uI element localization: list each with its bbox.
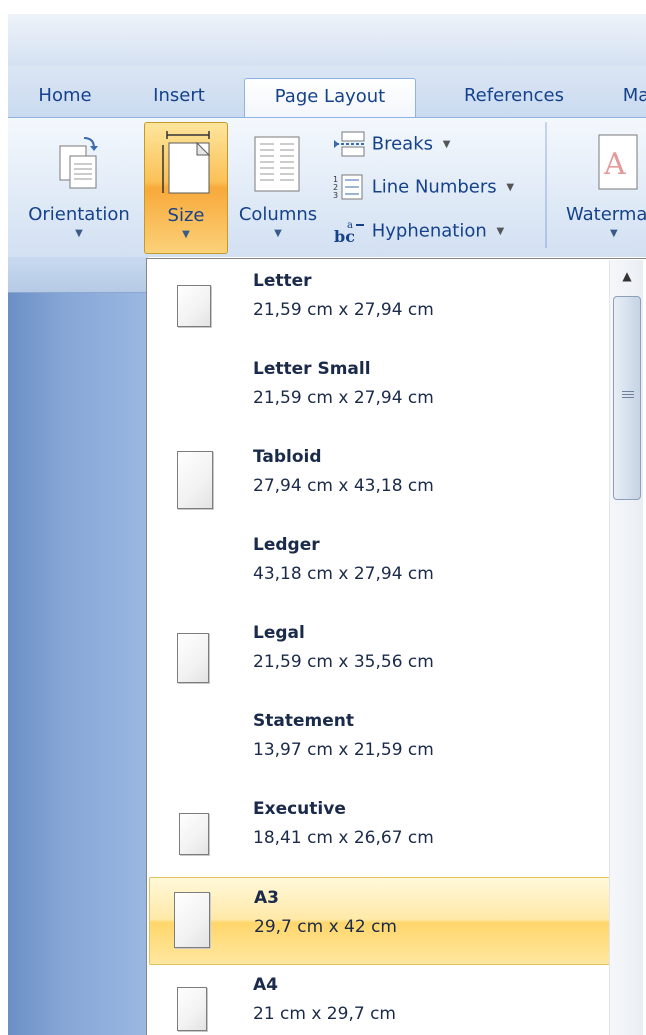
size-option-letter-small[interactable]: Letter Small 21,59 cm x 27,94 cm [149,349,613,437]
chevron-down-icon: ▼ [442,138,451,150]
size-option-name: Statement [253,711,354,731]
size-option-ledger[interactable]: Ledger 43,18 cm x 27,94 cm [149,525,613,613]
menu-scrollbar[interactable]: ▲ [609,260,643,1035]
chevron-down-icon: ▼ [75,228,83,239]
svg-text:3: 3 [333,191,338,200]
size-option-name: A4 [253,975,278,995]
size-label: Size [167,205,205,226]
size-option-statement[interactable]: Statement 13,97 cm x 21,59 cm [149,701,613,789]
size-option-name: Executive [253,799,346,819]
orientation-button[interactable]: Orientation ▼ [16,122,142,254]
title-bar [8,14,646,66]
scroll-up-arrow-icon[interactable]: ▲ [610,260,644,292]
size-option-dims: 43,18 cm x 27,94 cm [253,564,434,584]
page-icon [177,633,209,683]
size-option-name: Tabloid [253,447,322,467]
columns-label: Columns [238,204,318,225]
hyphenation-button[interactable]: bc a Hyphenation ▼ [332,217,504,251]
size-button[interactable]: Size ▼ [144,122,228,254]
size-option-legal[interactable]: Legal 21,59 cm x 35,56 cm [149,613,613,701]
breaks-label: Breaks [371,133,433,155]
size-option-a3[interactable]: A3 29,7 cm x 42 cm [149,877,613,965]
size-option-dims: 21,59 cm x 27,94 cm [253,388,434,408]
columns-icon [254,136,300,192]
size-option-name: Legal [253,623,305,643]
ribbon-footer [8,257,148,293]
size-option-executive[interactable]: Executive 18,41 cm x 26,67 cm [149,789,613,877]
watermark-label: Waterma [566,204,646,225]
size-option-dims: 18,41 cm x 26,67 cm [253,828,434,848]
chevron-down-icon: ▼ [182,229,190,240]
size-option-dims: 21,59 cm x 35,56 cm [253,652,434,672]
size-option-dims: 21 cm x 29,7 cm [253,1004,396,1024]
scrollbar-thumb[interactable] [613,296,641,500]
breaks-icon [334,131,365,157]
page-icon [177,451,213,509]
size-option-a4[interactable]: A4 21 cm x 29,7 cm [149,965,613,1035]
size-option-name: Letter [253,271,312,291]
orientation-label: Orientation [28,204,130,225]
hyphenation-label: Hyphenation [371,220,487,242]
group-separator [545,122,547,248]
size-option-tabloid[interactable]: Tabloid 27,94 cm x 43,18 cm [149,437,613,525]
size-option-letter[interactable]: Letter 21,59 cm x 27,94 cm [149,261,613,349]
svg-text:A: A [603,147,626,182]
page-icon [174,892,210,948]
columns-button[interactable]: Columns ▼ [230,122,326,254]
page-icon [177,285,211,327]
ribbon-tab-strip: Home Insert Page Layout References Ma [8,66,646,118]
chevron-down-icon: ▼ [496,225,505,237]
size-option-dims: 21,59 cm x 27,94 cm [253,300,434,320]
page-size-icon [162,131,211,194]
tab-insert[interactable]: Insert [126,78,232,118]
watermark-icon: A [598,134,638,190]
tab-home[interactable]: Home [16,78,114,118]
grip-icon [622,389,634,401]
watermark-button[interactable]: A Waterma ▼ [556,122,646,254]
page-icon [179,813,209,855]
svg-text:a: a [347,220,353,231]
hyphenation-icon: bc a [334,220,364,245]
orientation-icon [59,137,98,189]
chevron-down-icon: ▼ [274,228,282,239]
size-option-dims: 29,7 cm x 42 cm [254,917,397,937]
tab-mailings[interactable]: Ma [606,78,646,118]
ribbon: Orientation ▼ Size ▼ Columns ▼ Breaks ▼ … [8,117,646,257]
page-size-menu: Letter 21,59 cm x 27,94 cm Letter Small … [146,258,646,1035]
line-numbers-label: Line Numbers [371,176,497,198]
line-numbers-button[interactable]: 1 2 3 Line Numbers ▼ [332,173,514,207]
breaks-button[interactable]: Breaks ▼ [332,130,450,164]
size-option-dims: 27,94 cm x 43,18 cm [253,476,434,496]
document-background [8,293,148,1035]
chevron-down-icon: ▼ [506,181,515,193]
page-icon [177,987,207,1031]
size-option-name: Letter Small [253,359,371,379]
tab-page-layout[interactable]: Page Layout [244,78,416,118]
line-numbers-icon: 1 2 3 [333,174,363,200]
tab-references[interactable]: References [434,78,594,118]
size-option-dims: 13,97 cm x 21,59 cm [253,740,434,760]
size-option-name: A3 [254,888,279,908]
size-option-name: Ledger [253,535,320,555]
chevron-down-icon: ▼ [610,228,618,239]
